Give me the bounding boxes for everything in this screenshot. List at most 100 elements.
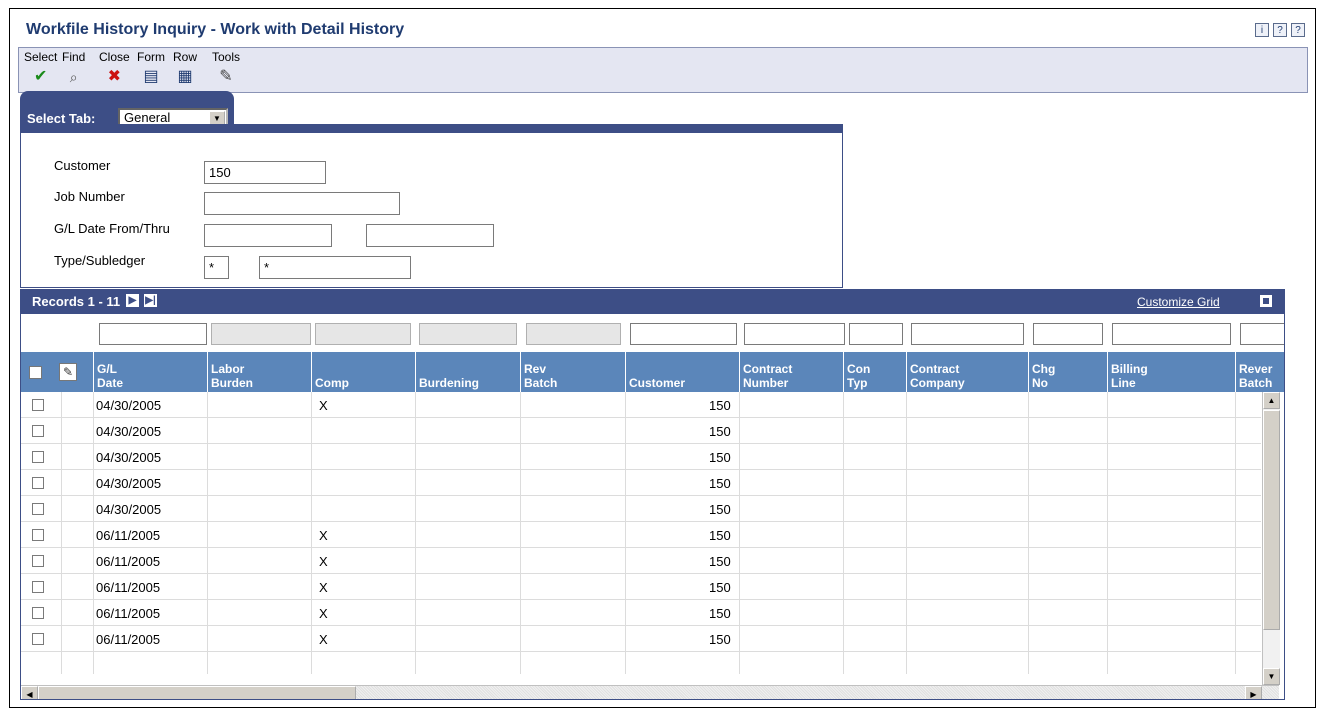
horizontal-scrollbar[interactable]: ◀ ▶ <box>21 685 1279 699</box>
qbe-con-typ[interactable] <box>849 323 903 345</box>
qbe-chg-no[interactable] <box>1033 323 1103 345</box>
tools-menu-button[interactable]: Tools ✎ <box>212 50 240 86</box>
cell-customer: 150 <box>709 606 731 621</box>
type-subledger-label: Type/Subledger <box>54 253 146 268</box>
job-number-field[interactable] <box>204 192 400 215</box>
row-icon: ▦ <box>177 68 193 85</box>
col-customer[interactable]: Customer <box>625 352 739 392</box>
records-count: Records 1 - 11 <box>32 294 121 309</box>
last-page-icon[interactable]: ▶| <box>144 294 157 307</box>
vertical-scroll-thumb[interactable] <box>1263 410 1280 630</box>
table-row[interactable]: 04/30/2005 150 <box>21 418 1261 444</box>
row-checkbox[interactable] <box>32 555 44 567</box>
col-contract-company[interactable]: Contract Company <box>906 352 1028 392</box>
col-chg-no[interactable]: Chg No <box>1028 352 1107 392</box>
col-burdening[interactable]: Burdening <box>415 352 520 392</box>
scroll-right-icon[interactable]: ▶ <box>1245 686 1262 699</box>
col-contract-number[interactable]: Contract Number <box>739 352 843 392</box>
row-checkbox[interactable] <box>32 451 44 463</box>
row-checkbox[interactable] <box>32 633 44 645</box>
col-con-typ[interactable]: Con Typ <box>843 352 906 392</box>
table-row[interactable]: 04/30/2005 X 150 <box>21 392 1261 418</box>
cell-gl-date: 04/30/2005 <box>96 424 162 439</box>
find-label: Find <box>62 50 86 64</box>
table-row[interactable]: 06/11/2005 X 150 <box>21 600 1261 626</box>
whats-this-icon[interactable]: ? <box>1291 23 1305 37</box>
row-checkbox[interactable] <box>32 503 44 515</box>
row-checkbox[interactable] <box>32 607 44 619</box>
col-comp[interactable]: Comp <box>311 352 415 392</box>
cell-gl-date: 04/30/2005 <box>96 398 162 413</box>
qbe-comp <box>315 323 411 345</box>
scroll-down-icon[interactable]: ▼ <box>1263 668 1280 685</box>
tools-icon: ✎ <box>219 68 233 85</box>
table-row[interactable]: 06/11/2005 X 150 <box>21 626 1261 652</box>
qbe-contract-company[interactable] <box>911 323 1024 345</box>
close-button[interactable]: Close ✖ <box>99 50 130 86</box>
find-button[interactable]: Find ⌕ <box>62 50 85 86</box>
row-checkbox[interactable] <box>32 425 44 437</box>
gl-date-from-field[interactable] <box>204 224 332 247</box>
qbe-customer[interactable] <box>630 323 737 345</box>
table-row[interactable]: 06/11/2005 X 150 <box>21 574 1261 600</box>
info-icon[interactable]: i <box>1255 23 1269 37</box>
cell-gl-date: 06/11/2005 <box>96 580 161 595</box>
gl-date-label: G/L Date From/Thru <box>54 221 170 236</box>
table-row[interactable]: 04/30/2005 150 <box>21 496 1261 522</box>
row-checkbox[interactable] <box>32 477 44 489</box>
col-labor-burden[interactable]: Labor Burden <box>207 352 311 392</box>
horizontal-scroll-thumb[interactable] <box>38 686 356 699</box>
col-rev-batch[interactable]: Rev Batch <box>520 352 625 392</box>
col-rever-batch[interactable]: Rever Batch <box>1235 352 1284 392</box>
gl-date-thru-field[interactable] <box>366 224 494 247</box>
cell-comp: X <box>319 398 328 413</box>
job-number-label: Job Number <box>54 189 125 204</box>
customize-grid-link[interactable]: Customize Grid <box>1137 295 1220 309</box>
qbe-contract-number[interactable] <box>744 323 845 345</box>
cell-customer: 150 <box>709 554 731 569</box>
tools-label: Tools <box>212 50 241 64</box>
data-grid: ✎ G/L Date Labor Burden Comp Burdening R… <box>20 314 1285 700</box>
select-button[interactable]: Select ✔ <box>24 50 57 86</box>
qbe-rever-batch[interactable] <box>1240 323 1284 345</box>
subledger-field[interactable]: * <box>259 256 411 279</box>
cell-gl-date: 06/11/2005 <box>96 528 161 543</box>
cell-customer: 150 <box>709 424 731 439</box>
qbe-labor-burden <box>211 323 311 345</box>
qbe-gl-date[interactable] <box>99 323 207 345</box>
cell-customer: 150 <box>709 398 731 413</box>
maximize-grid-icon[interactable] <box>1260 295 1272 307</box>
form-menu-button[interactable]: Form ▤ <box>137 50 165 86</box>
table-row[interactable]: 04/30/2005 150 <box>21 470 1261 496</box>
row-checkbox[interactable] <box>32 581 44 593</box>
cell-gl-date: 06/11/2005 <box>96 606 161 621</box>
close-label: Close <box>99 50 130 64</box>
help-icon[interactable]: ? <box>1273 23 1287 37</box>
type-field[interactable]: * <box>204 256 229 279</box>
cell-customer: 150 <box>709 502 731 517</box>
row-menu-button[interactable]: Row ▦ <box>173 50 197 86</box>
cell-gl-date: 04/30/2005 <box>96 476 162 491</box>
customer-field[interactable]: 150 <box>204 161 326 184</box>
vertical-scrollbar[interactable]: ▲ ▼ <box>1262 392 1280 685</box>
select-label: Select <box>24 50 58 64</box>
col-gl-date[interactable]: G/L Date <box>93 352 207 392</box>
row-checkbox[interactable] <box>32 399 44 411</box>
cell-customer: 150 <box>709 632 731 647</box>
scroll-left-icon[interactable]: ◀ <box>21 686 38 699</box>
row-checkbox[interactable] <box>32 529 44 541</box>
qbe-billing-line[interactable] <box>1112 323 1231 345</box>
filter-panel: Customer 150 Job Number G/L Date From/Th… <box>20 124 843 288</box>
col-billing-line[interactable]: Billing Line <box>1107 352 1235 392</box>
select-tab-value: General <box>124 110 171 125</box>
close-icon: ✖ <box>107 68 122 85</box>
table-row[interactable]: 06/11/2005 X 150 <box>21 548 1261 574</box>
cell-customer: 150 <box>709 476 731 491</box>
next-page-icon[interactable]: ▶ <box>126 294 139 307</box>
qbe-rev-batch <box>526 323 621 345</box>
column-header-row: ✎ G/L Date Labor Burden Comp Burdening R… <box>21 352 1284 392</box>
scroll-up-icon[interactable]: ▲ <box>1263 392 1280 409</box>
select-all-checkbox[interactable] <box>29 366 42 379</box>
table-row[interactable]: 06/11/2005 X 150 <box>21 522 1261 548</box>
table-row[interactable]: 04/30/2005 150 <box>21 444 1261 470</box>
